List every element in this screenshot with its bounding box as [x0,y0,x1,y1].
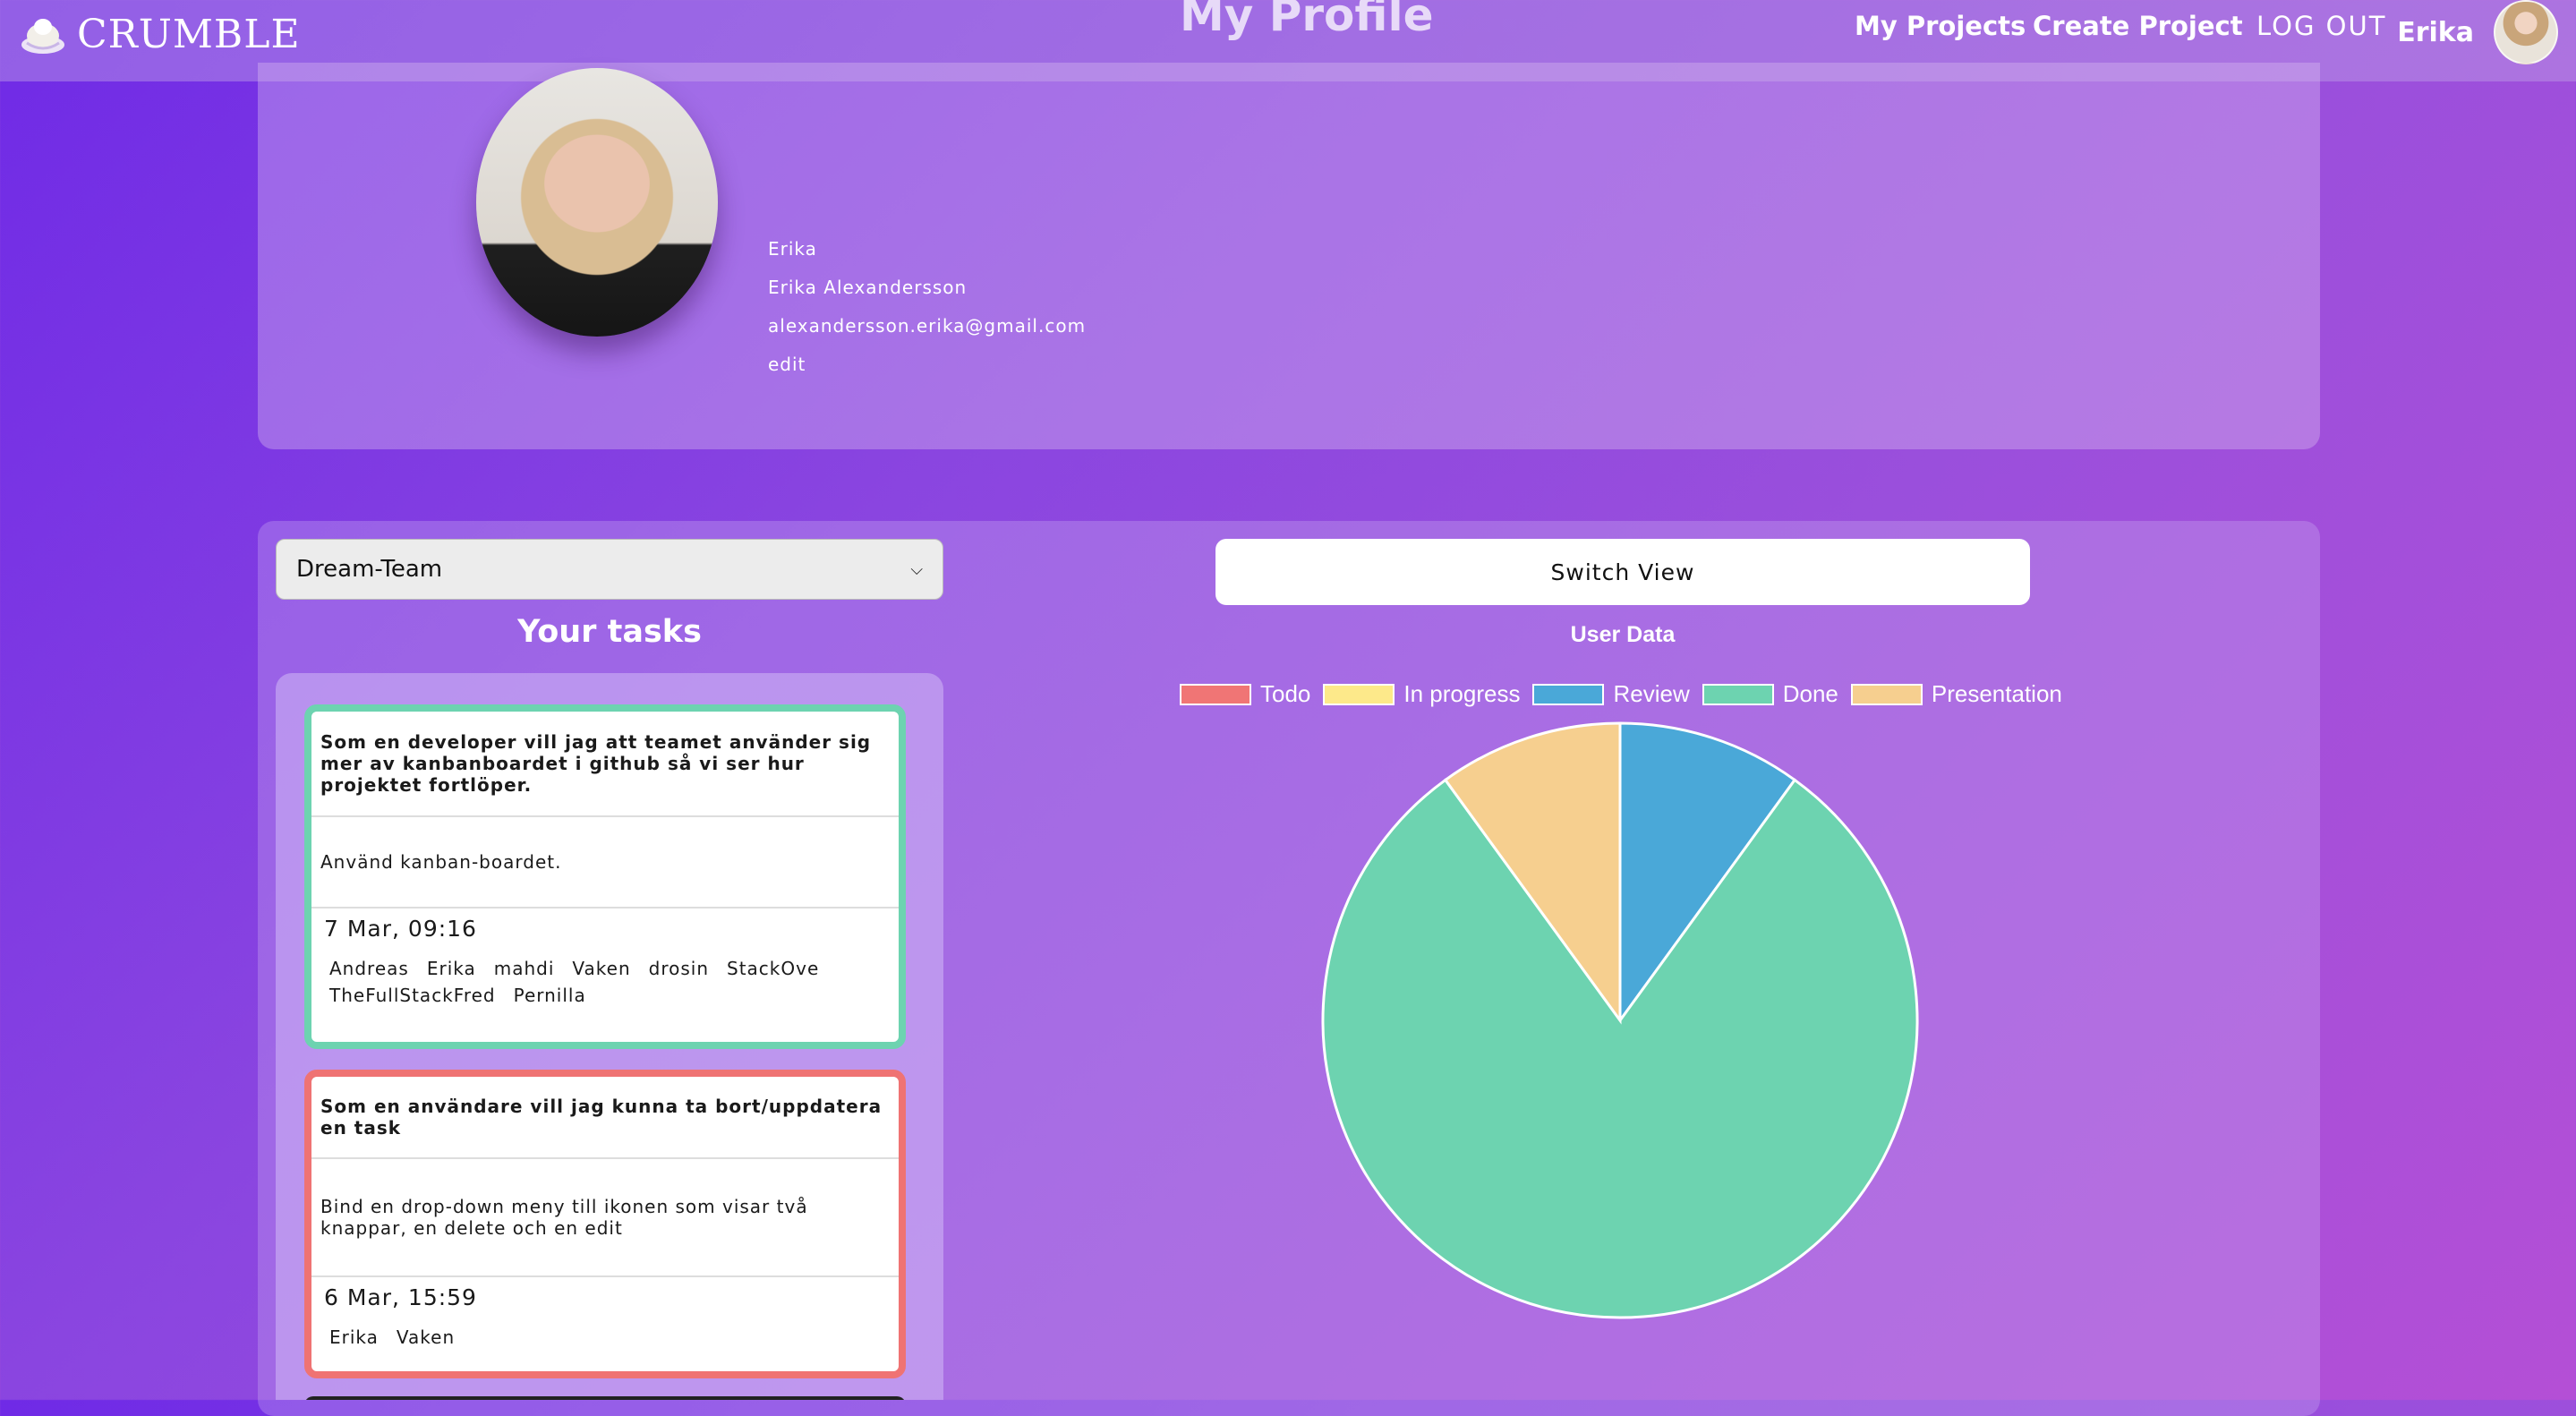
task-date: 6 Mar, 15:59 [324,1284,477,1310]
task-member: Vaken [572,958,631,979]
chart-legend: Todo In progress Review Done Presentation [1180,680,2062,708]
nav-my-projects[interactable]: My Projects [1855,11,2026,41]
legend-item[interactable]: Done [1702,680,1838,708]
task-title: Som en developer vill jag att teamet anv… [320,731,872,796]
legend-swatch [1323,683,1395,705]
legend-item[interactable]: Review [1532,680,1690,708]
task-date: 7 Mar, 09:16 [324,916,477,942]
legend-item[interactable]: Presentation [1850,680,2062,708]
task-card[interactable]: Som en användare vill jag kunna ta bort/… [304,1070,906,1378]
brand-logo[interactable]: CRUMBLE [18,9,301,59]
team-select-value: Dream-Team [296,556,443,583]
profile-username: Erika [768,238,817,260]
profile-email: alexandersson.erika@gmail.com [768,315,1087,337]
task-member: Erika [329,1326,379,1348]
switch-view-button[interactable]: Switch View [1215,539,2030,605]
nav-username: Erika [2397,16,2474,48]
legend-item[interactable]: In progress [1323,680,1520,708]
logout-button[interactable]: LOG OUT [2256,11,2386,41]
task-member: Andreas [329,958,409,979]
chart-title: User Data [1570,622,1676,647]
profile-card: Erika Erika Alexandersson alexandersson.… [258,63,2320,449]
team-select[interactable]: Dream-Team ⌵ [276,539,943,600]
avatar[interactable] [2494,0,2558,64]
task-description: Använd kanban-boardet. [311,815,899,907]
task-title: Som en användare vill jag kunna ta bort/… [320,1096,883,1139]
brand-name: CRUMBLE [77,11,301,57]
profile-photo [476,68,718,337]
legend-swatch [1532,683,1605,705]
task-member: Pernilla [513,985,586,1006]
tasks-heading: Your tasks [517,614,702,650]
legend-label: Presentation [1931,680,2062,707]
profile-info: Erika Erika Alexandersson alexandersson.… [768,238,1086,392]
chevron-down-icon: ⌵ [910,559,923,579]
legend-swatch [1180,683,1251,705]
task-member: TheFullStackFred [329,985,496,1006]
task-member: StackOve [727,958,820,979]
task-members: Erika Vaken [320,1326,890,1348]
legend-label: Review [1613,680,1690,707]
task-meta: 6 Mar, 15:59 Erika Vaken [311,1275,899,1355]
task-card[interactable]: Som en developer vill jag att teamet anv… [304,704,906,1049]
profile-full-name: Erika Alexandersson [768,277,968,298]
legend-label: In progress [1403,680,1521,707]
legend-label: Todo [1260,680,1311,707]
task-meta: 7 Mar, 09:16 Andreas Erika mahdi Vaken d… [311,907,899,1013]
task-member: Vaken [396,1326,456,1348]
task-card-partial[interactable] [304,1396,906,1400]
crumble-logo-icon [21,19,64,54]
user-menu[interactable]: Erika [2397,0,2558,64]
task-members: Andreas Erika mahdi Vaken drosin StackOv… [320,958,890,1006]
task-member: drosin [648,958,710,979]
nav-create-project[interactable]: Create Project [2033,11,2243,41]
page-title: My Profile [1180,0,1434,41]
task-member: mahdi [493,958,555,979]
legend-swatch [1702,683,1774,705]
edit-profile-link[interactable]: edit [768,354,1086,375]
task-list: Som en developer vill jag att teamet anv… [276,673,943,1400]
legend-item[interactable]: Todo [1180,680,1310,708]
legend-label: Done [1782,680,1838,707]
pie-chart [1321,721,1919,1319]
task-member: Erika [426,958,476,979]
task-description: Bind en drop-down meny till ikonen som v… [311,1157,899,1275]
legend-swatch [1850,683,1923,705]
